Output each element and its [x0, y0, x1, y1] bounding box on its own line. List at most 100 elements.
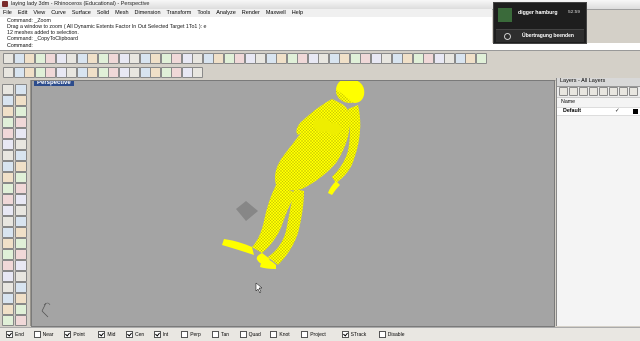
tool-icon[interactable] — [15, 216, 27, 227]
osnap-tan[interactable]: Tan — [212, 331, 229, 338]
toolbar2-button-icon-5[interactable] — [45, 67, 56, 78]
osnap-project[interactable]: Project — [301, 331, 326, 338]
perspective-viewport[interactable]: Perspective — [31, 80, 555, 327]
toolbar-button-icon-6[interactable] — [55, 53, 67, 64]
toolbar-button-icon-5[interactable] — [45, 53, 56, 64]
menu-tools[interactable]: Tools — [194, 9, 213, 17]
toolbar-button-icon-26[interactable] — [265, 53, 277, 64]
osnap-knot[interactable]: Knot — [270, 331, 290, 338]
osnap-disable[interactable]: Disable — [378, 331, 404, 338]
osnap-checkbox[interactable] — [181, 331, 189, 338]
toolbar2-button-icon-17[interactable] — [171, 67, 182, 78]
command-line[interactable]: Command: — [0, 43, 640, 51]
toolbar2-button-icon-2[interactable] — [13, 67, 25, 78]
toolbar2-button-icon-9[interactable] — [87, 67, 98, 78]
toolbar-button-icon-46[interactable] — [475, 53, 487, 64]
toolbar2-button-icon-19[interactable] — [192, 67, 203, 78]
tool-icon[interactable] — [15, 150, 27, 161]
osnap-point[interactable]: Point — [64, 331, 85, 338]
menu-maxwell[interactable]: Maxwell — [263, 9, 289, 17]
tool-icon[interactable] — [2, 271, 14, 282]
toolbar-button-icon-36[interactable] — [370, 53, 382, 64]
osnap-checkbox[interactable] — [98, 331, 106, 338]
tool-icon[interactable] — [15, 205, 27, 216]
toolbar2-button-icon-18[interactable] — [181, 67, 193, 78]
osnap-checkbox[interactable] — [378, 331, 386, 338]
tool-icon[interactable] — [2, 205, 14, 216]
tool-icon[interactable] — [2, 172, 14, 183]
tool-icon[interactable] — [15, 293, 27, 304]
toolbar2-button-icon-15[interactable] — [150, 67, 161, 78]
tool-icon[interactable] — [2, 95, 14, 106]
tool-icon[interactable] — [15, 183, 27, 194]
toolbar-button-icon-15[interactable] — [150, 53, 161, 64]
tool-icon[interactable] — [2, 227, 14, 238]
osnap-checkbox[interactable] — [212, 331, 219, 338]
tool-icon[interactable] — [15, 106, 27, 117]
toolbar-button-icon-7[interactable] — [66, 53, 77, 64]
layer-tool-icon[interactable] — [569, 87, 578, 96]
toolbar-button-icon-31[interactable] — [318, 53, 329, 64]
layer-tool-icon[interactable] — [559, 87, 568, 96]
toolbar-button-icon-3[interactable] — [24, 53, 35, 64]
toolbar2-button-icon-10[interactable] — [97, 67, 109, 78]
layer-current-check[interactable]: ✓ — [615, 108, 619, 114]
toolbar-button-icon-28[interactable] — [286, 53, 298, 64]
tool-icon[interactable] — [2, 161, 14, 172]
tool-icon[interactable] — [15, 194, 27, 205]
layer-row[interactable]: Default ✓ — [557, 107, 640, 116]
tool-icon[interactable] — [2, 304, 14, 315]
tool-icon[interactable] — [15, 249, 27, 260]
toolbar2-button-icon-3[interactable] — [24, 67, 35, 78]
toolbar-button-icon-27[interactable] — [276, 53, 287, 64]
osnap-mid[interactable]: Mid — [98, 331, 115, 338]
tool-icon[interactable] — [2, 238, 14, 249]
toolbar-button-icon-29[interactable] — [297, 53, 308, 64]
toolbar-button-icon-41[interactable] — [423, 53, 434, 64]
osnap-checkbox[interactable] — [239, 331, 247, 338]
toolbar-button-icon-14[interactable] — [139, 53, 151, 64]
osnap-checkbox[interactable] — [341, 331, 349, 338]
tool-icon[interactable] — [15, 84, 27, 95]
menu-solid[interactable]: Solid — [94, 9, 112, 17]
tool-icon[interactable] — [2, 139, 14, 150]
tool-icon[interactable] — [15, 282, 27, 293]
layer-color-swatch[interactable] — [633, 109, 638, 114]
tool-icon[interactable] — [2, 128, 14, 139]
tool-icon[interactable] — [15, 227, 27, 238]
toolbar-button-icon-38[interactable] — [391, 53, 403, 64]
layer-tool-icon[interactable] — [579, 87, 588, 96]
osnap-quad[interactable]: Quad — [239, 331, 261, 338]
toolbar-button-icon-40[interactable] — [412, 53, 424, 64]
layer-tool-icon[interactable] — [609, 87, 618, 96]
osnap-checkbox[interactable] — [33, 331, 41, 338]
tool-icon[interactable] — [15, 139, 27, 150]
toolbar-button-icon-25[interactable] — [255, 53, 266, 64]
toolbar-button-icon-1[interactable] — [3, 53, 14, 64]
tool-icon[interactable] — [2, 216, 14, 227]
menu-analyze[interactable]: Analyze — [213, 9, 239, 17]
tool-icon[interactable] — [15, 238, 27, 249]
toolbar2-button-icon-6[interactable] — [55, 67, 67, 78]
toolbar-button-icon-45[interactable] — [465, 53, 476, 64]
toolbar-button-icon-17[interactable] — [171, 53, 182, 64]
tool-icon[interactable] — [2, 315, 14, 326]
toolbar2-button-icon-14[interactable] — [139, 67, 151, 78]
osnap-checkbox[interactable] — [301, 331, 309, 338]
reclining-figure-mesh[interactable] — [222, 81, 365, 269]
osnap-checkbox[interactable] — [126, 331, 133, 338]
tool-icon[interactable] — [2, 194, 14, 205]
toolbar-button-icon-34[interactable] — [349, 53, 361, 64]
toolbar-button-icon-23[interactable] — [234, 53, 245, 64]
toolbar-button-icon-39[interactable] — [402, 53, 413, 64]
tool-icon[interactable] — [15, 95, 27, 106]
tool-icon[interactable] — [15, 260, 27, 271]
tool-icon[interactable] — [2, 249, 14, 260]
toolbar-button-icon-4[interactable] — [34, 53, 46, 64]
toolbar-button-icon-16[interactable] — [160, 53, 172, 64]
tool-icon[interactable] — [2, 282, 14, 293]
osnap-perp[interactable]: Perp — [181, 331, 201, 338]
toolbar-button-icon-22[interactable] — [223, 53, 235, 64]
toolbar-button-icon-24[interactable] — [244, 53, 256, 64]
toolbar2-button-icon-12[interactable] — [118, 67, 130, 78]
